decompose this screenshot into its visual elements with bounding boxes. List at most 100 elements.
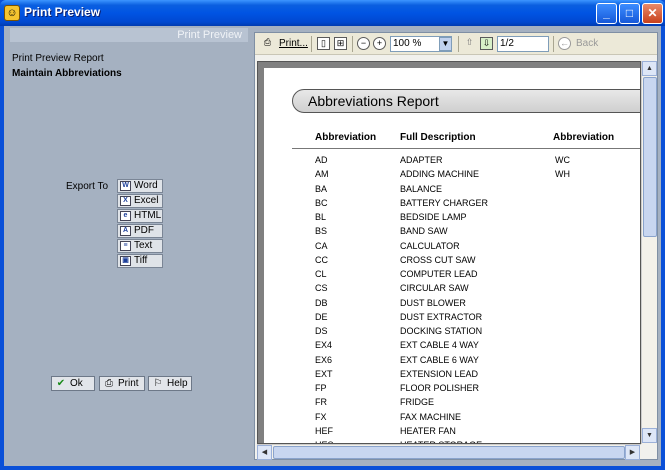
row-abbreviation: AM	[315, 169, 329, 180]
print-button[interactable]: ⎙ Print	[99, 376, 145, 391]
header-divider	[292, 148, 640, 149]
column-header-full-description: Full Description	[400, 132, 476, 143]
export-text-button[interactable]: ≡ Text	[117, 239, 163, 253]
minimize-button[interactable]: _	[596, 3, 617, 24]
row-description: DUST BLOWER	[400, 297, 466, 308]
toolbar-separator	[553, 36, 554, 52]
export-tiff-button[interactable]: ▣ Tiff	[117, 254, 163, 268]
export-to-label: Export To	[66, 181, 109, 192]
row-abbreviation: FX	[315, 411, 327, 422]
close-button[interactable]: ✕	[642, 3, 663, 24]
row-description: DUST EXTRACTOR	[400, 311, 483, 322]
row-description: EXTENSION LEAD	[400, 368, 479, 379]
text-icon: ≡	[120, 241, 131, 251]
back-arrow-icon: ←	[558, 37, 571, 50]
window-title: Print Preview	[24, 5, 101, 19]
help-button[interactable]: ⚐ Help	[148, 376, 192, 391]
row-description: CROSS CUT SAW	[400, 254, 476, 265]
row-description: BEDSIDE LAMP	[400, 212, 467, 222]
row-description: ADDING MACHINE	[400, 169, 480, 180]
row-abbreviation: HEF	[315, 425, 333, 436]
column-header-abbreviation: Abbreviation	[315, 132, 377, 143]
export-excel-button[interactable]: X Excel	[117, 194, 163, 208]
printer-icon: ⎙	[105, 378, 113, 389]
row-description: CIRCULAR SAW	[400, 283, 469, 294]
preview-toolbar: ⎙ Print... ▯ ⊞ − + 100 % ▼ ⇧ ⇩ 1/2 ← Bac…	[255, 33, 657, 55]
printer-icon: ⎙	[263, 37, 272, 47]
title-bar[interactable]: ☺ Print Preview _ □ ✕	[0, 0, 665, 26]
toolbar-separator	[311, 36, 312, 52]
zoom-out-icon[interactable]: −	[357, 37, 370, 50]
horizontal-scroll-thumb[interactable]	[273, 446, 625, 459]
scroll-right-icon[interactable]: ▶	[625, 445, 640, 460]
back-button[interactable]: Back	[576, 37, 598, 51]
app-icon: ☺	[4, 5, 20, 21]
excel-icon: X	[120, 196, 131, 206]
toolbar-separator	[352, 36, 353, 52]
print-label: Print	[118, 378, 139, 389]
single-page-icon[interactable]: ▯	[317, 37, 330, 50]
row-abbreviation: FR	[315, 397, 327, 408]
print-preview-window: ☺ Print Preview _ □ ✕ Print Preview Prin…	[0, 0, 665, 470]
ok-button[interactable]: ✔ Ok	[51, 376, 95, 391]
row-abbreviation: AD	[315, 155, 328, 165]
row-description: EXT CABLE 6 WAY	[400, 354, 479, 365]
export-button-label: PDF	[134, 225, 154, 236]
export-button-label: Word	[134, 180, 158, 191]
page-canvas[interactable]: Abbreviations Report Abbreviation Full D…	[257, 61, 641, 444]
row-abbreviation: CC	[315, 254, 328, 265]
row-abbreviation: DB	[315, 297, 328, 308]
report-title: Abbreviations Report	[292, 89, 640, 113]
row-description: DOCKING STATION	[400, 326, 483, 336]
vertical-scrollbar[interactable]: ▲ ▼	[641, 61, 657, 444]
row-description: ADAPTER	[400, 155, 443, 165]
report-name: Maintain Abbreviations	[12, 68, 122, 79]
row-abbreviation: BL	[315, 212, 327, 222]
multi-page-icon[interactable]: ⊞	[334, 37, 347, 50]
row-description: COMPUTER LEAD	[400, 269, 478, 279]
row-description: CALCULATOR	[400, 240, 460, 251]
row-description: FAX MACHINE	[400, 411, 462, 422]
next-page-icon[interactable]: ⇩	[480, 37, 493, 50]
export-html-button[interactable]: e HTML	[117, 209, 163, 223]
row-abbreviation: BC	[315, 197, 328, 208]
row-description: FRIDGE	[400, 397, 435, 408]
print-toolbar-button[interactable]: Print...	[279, 37, 308, 51]
row-abbreviation: EX6	[315, 354, 333, 365]
export-word-button[interactable]: W Word	[117, 179, 163, 193]
export-button-label: Tiff	[134, 255, 148, 266]
preview-viewer: ⎙ Print... ▯ ⊞ − + 100 % ▼ ⇧ ⇩ 1/2 ← Bac…	[254, 32, 658, 460]
page-number-input[interactable]: 1/2	[497, 36, 549, 52]
row-abbreviation: BA	[315, 183, 328, 194]
row-description: FLOOR POLISHER	[400, 383, 480, 393]
scroll-left-icon[interactable]: ◀	[257, 445, 272, 460]
export-button-label: Excel	[134, 195, 159, 206]
export-pdf-button[interactable]: A PDF	[117, 224, 163, 238]
tiff-icon: ▣	[120, 256, 131, 266]
row-abbreviation: DE	[315, 311, 328, 322]
row-description: BALANCE	[400, 183, 443, 194]
row-abbreviation-2: WH	[555, 169, 570, 180]
row-abbreviation: DS	[315, 326, 328, 336]
column-header-abbreviation-2: Abbreviation	[553, 132, 615, 143]
checkmark-icon: ✔	[56, 378, 66, 389]
row-abbreviation-2: WC	[555, 155, 570, 165]
row-abbreviation: EX4	[315, 340, 333, 351]
help-icon: ⚐	[153, 378, 163, 389]
report-caption: Print Preview Report	[12, 53, 104, 64]
row-abbreviation: EXT	[315, 368, 333, 379]
previous-page-icon[interactable]: ⇧	[463, 37, 476, 50]
row-abbreviation: CA	[315, 240, 328, 251]
word-icon: W	[120, 181, 131, 191]
row-abbreviation: CS	[315, 283, 328, 294]
chevron-down-icon[interactable]: ▼	[439, 37, 452, 51]
maximize-button[interactable]: □	[619, 3, 640, 24]
export-button-label: Text	[134, 240, 153, 251]
vertical-scroll-thumb[interactable]	[643, 77, 657, 237]
row-description: HEATER FAN	[400, 425, 456, 436]
zoom-in-icon[interactable]: +	[373, 37, 386, 50]
scroll-down-icon[interactable]: ▼	[642, 428, 657, 443]
row-description: EXT CABLE 4 WAY	[400, 340, 479, 351]
scroll-up-icon[interactable]: ▲	[642, 61, 657, 76]
horizontal-scrollbar[interactable]: ◀ ▶	[257, 444, 641, 460]
